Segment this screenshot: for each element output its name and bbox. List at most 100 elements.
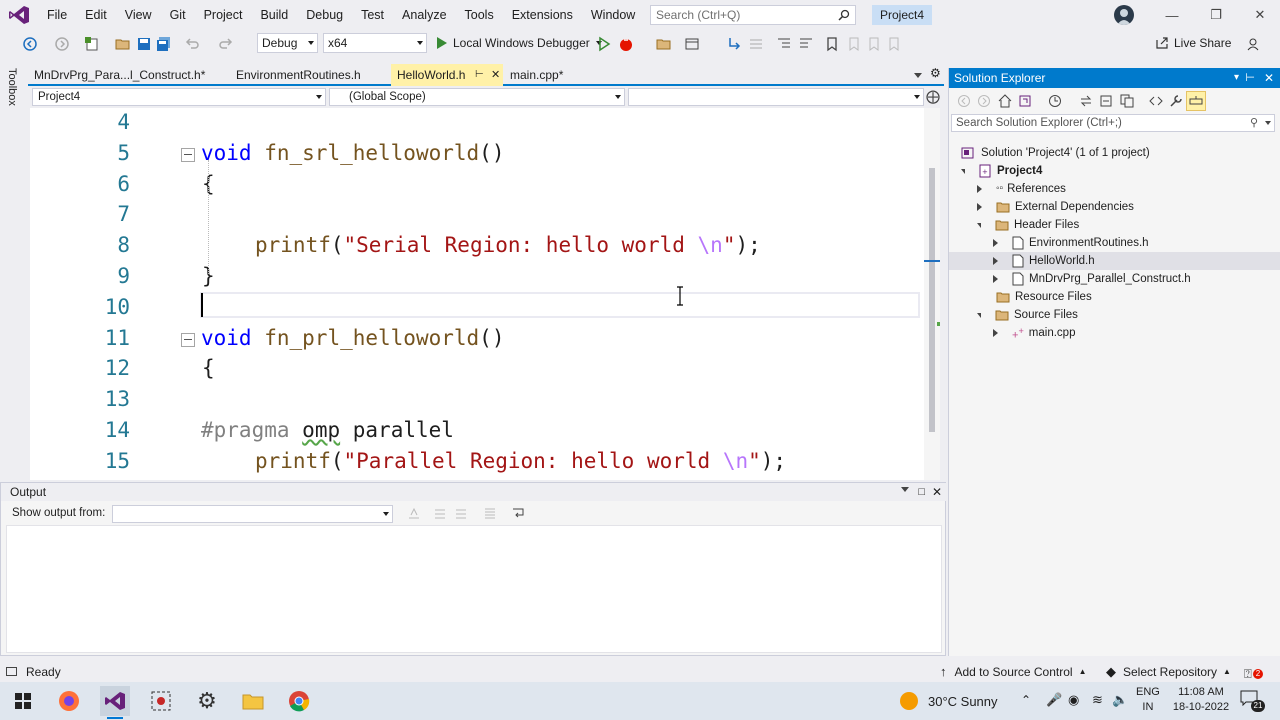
menu-debug[interactable]: Debug bbox=[297, 0, 352, 30]
redo-icon[interactable] bbox=[218, 36, 234, 52]
tree-header-files[interactable]: Header Files bbox=[977, 216, 1079, 234]
collapse-region-icon[interactable] bbox=[181, 147, 195, 162]
microphone-icon[interactable]: 🎤 bbox=[1046, 692, 1062, 708]
code-line[interactable]: printf("Serial Region: hello world \n"); bbox=[255, 233, 761, 257]
hot-reload-icon[interactable] bbox=[618, 36, 634, 52]
menu-extensions[interactable]: Extensions bbox=[503, 0, 582, 30]
pin-icon[interactable]: ⊢ bbox=[1245, 68, 1255, 88]
configuration-select[interactable]: Debug bbox=[257, 33, 318, 53]
folder-icon[interactable] bbox=[656, 36, 672, 52]
next-bookmark-icon[interactable] bbox=[866, 36, 882, 52]
search-input[interactable]: Search (Ctrl+Q) bbox=[650, 5, 856, 25]
word-wrap-icon[interactable] bbox=[511, 506, 525, 520]
tab-main-cpp[interactable]: main.cpp* bbox=[504, 64, 594, 86]
sync-icon[interactable] bbox=[1079, 94, 1093, 108]
find-message-icon[interactable] bbox=[407, 506, 421, 520]
close-icon[interactable]: ✕ bbox=[932, 483, 942, 501]
menu-view[interactable]: View bbox=[116, 0, 161, 30]
code-line[interactable]: { bbox=[202, 356, 215, 380]
feedback-icon[interactable] bbox=[1246, 36, 1262, 52]
close-tab-icon[interactable]: ✕ bbox=[491, 64, 500, 86]
search-icon[interactable] bbox=[838, 9, 850, 21]
code-editor[interactable]: 4 5 6 7 8 9 10 11 12 13 14 15 void fn_srl_helloworl… bbox=[30, 108, 940, 480]
chevron-up-icon[interactable]: ⌃ bbox=[1021, 693, 1031, 707]
gear-icon[interactable]: ⚙ bbox=[930, 66, 941, 80]
close-icon[interactable]: ✕ bbox=[1238, 0, 1280, 30]
menu-analyze[interactable]: Analyze bbox=[393, 0, 455, 30]
file-explorer-taskbar-icon[interactable] bbox=[238, 686, 268, 716]
menu-edit[interactable]: Edit bbox=[76, 0, 116, 30]
view-code-icon[interactable] bbox=[1149, 94, 1163, 108]
solution-search-input[interactable]: Search Solution Explorer (Ctrl+;) ⚲ bbox=[951, 114, 1275, 132]
output-source-select[interactable] bbox=[112, 505, 393, 523]
firefox-taskbar-icon[interactable] bbox=[54, 686, 84, 716]
prev-message-icon[interactable] bbox=[433, 506, 447, 520]
clear-all-icon[interactable] bbox=[483, 506, 497, 520]
prev-bookmark-icon[interactable] bbox=[846, 36, 862, 52]
code-line[interactable]: void fn_prl_helloworld() bbox=[201, 326, 504, 350]
expanded-icon[interactable] bbox=[977, 312, 981, 318]
select-repository-button[interactable]: ◆ Select Repository ▲ bbox=[1106, 662, 1231, 682]
indent-icon[interactable] bbox=[776, 36, 792, 52]
properties-icon[interactable] bbox=[1169, 94, 1183, 108]
collapsed-icon[interactable] bbox=[993, 239, 998, 247]
tree-solution[interactable]: Solution 'Project4' (1 of 1 project) bbox=[961, 144, 1150, 162]
navigate-forward-icon[interactable] bbox=[54, 36, 70, 52]
undo-icon[interactable] bbox=[184, 36, 200, 52]
speaker-icon[interactable]: 🔈 bbox=[1112, 692, 1128, 708]
close-icon[interactable]: ✕ bbox=[1264, 68, 1274, 88]
tab-environmentroutines[interactable]: EnvironmentRoutines.h bbox=[230, 64, 390, 86]
menu-window[interactable]: Window bbox=[582, 0, 644, 30]
menu-test[interactable]: Test bbox=[352, 0, 393, 30]
open-file-icon[interactable] bbox=[115, 36, 131, 52]
start-button[interactable] bbox=[8, 686, 38, 716]
tree-project[interactable]: + Project4 bbox=[961, 162, 1042, 180]
settings-taskbar-icon[interactable]: ⚙ bbox=[192, 686, 222, 716]
code-line[interactable]: printf("Parallel Region: hello world \n"… bbox=[255, 449, 786, 473]
bookmark-icon[interactable] bbox=[824, 36, 840, 52]
switch-views-icon[interactable] bbox=[1018, 94, 1032, 108]
expanded-icon[interactable] bbox=[961, 168, 965, 174]
chevron-down-icon[interactable] bbox=[1265, 121, 1271, 125]
forward-icon[interactable] bbox=[977, 94, 991, 108]
menu-tools[interactable]: Tools bbox=[456, 0, 503, 30]
collapse-region-icon[interactable] bbox=[181, 332, 195, 347]
visual-studio-logo-icon[interactable] bbox=[8, 5, 30, 25]
window-position-icon[interactable] bbox=[901, 487, 909, 492]
tree-file-main-cpp[interactable]: ++ main.cpp bbox=[993, 324, 1075, 342]
tree-references[interactable]: ◦▫ References bbox=[977, 180, 1066, 198]
tab-mndrvprg-parallel-construct[interactable]: MnDrvPrg_Para...l_Construct.h* bbox=[28, 64, 228, 86]
output-text-area[interactable] bbox=[6, 525, 942, 653]
add-to-source-control-button[interactable]: ↑ Add to Source Control ▲ bbox=[940, 662, 1087, 682]
live-share-button[interactable]: Live Share bbox=[1155, 36, 1231, 50]
expanded-icon[interactable] bbox=[977, 222, 981, 228]
preview-selected-items-button[interactable] bbox=[1186, 91, 1206, 111]
collapse-all-icon[interactable] bbox=[1099, 94, 1113, 108]
navigate-back-icon[interactable] bbox=[22, 36, 38, 52]
menu-file[interactable]: File bbox=[38, 0, 76, 30]
tree-resource-files[interactable]: Resource Files bbox=[995, 288, 1092, 306]
tree-file-helloworld[interactable]: HelloWorld.h bbox=[949, 252, 1280, 270]
window-layout-icon[interactable] bbox=[684, 36, 700, 52]
start-debugging-button[interactable]: Local Windows Debugger bbox=[436, 33, 602, 53]
mouse-icon[interactable]: ◉ bbox=[1068, 692, 1079, 708]
toolbox-tab[interactable]: Toolbox bbox=[6, 68, 18, 106]
next-message-icon[interactable] bbox=[454, 506, 468, 520]
avatar[interactable] bbox=[1114, 5, 1134, 25]
code-line[interactable]: void fn_srl_helloworld() bbox=[201, 141, 504, 165]
step-into-icon[interactable] bbox=[726, 36, 742, 52]
menu-build[interactable]: Build bbox=[251, 0, 297, 30]
weather-widget[interactable]: 30°C Sunny bbox=[900, 682, 998, 720]
collapsed-icon[interactable] bbox=[977, 203, 982, 211]
project-navigation-select[interactable]: Project4 bbox=[32, 88, 326, 106]
outdent-icon[interactable] bbox=[798, 36, 814, 52]
save-icon[interactable] bbox=[136, 36, 152, 52]
pin-icon[interactable]: ⊢ bbox=[475, 64, 484, 86]
tree-external-dependencies[interactable]: External Dependencies bbox=[977, 198, 1134, 216]
back-icon[interactable] bbox=[957, 94, 971, 108]
snipping-tool-taskbar-icon[interactable] bbox=[146, 686, 176, 716]
restore-icon[interactable]: ❐ bbox=[1194, 0, 1238, 30]
scope-navigation-select[interactable]: (Global Scope) bbox=[329, 88, 625, 106]
scrollbar-thumb[interactable] bbox=[929, 168, 935, 432]
visual-studio-taskbar-icon[interactable] bbox=[100, 686, 130, 719]
